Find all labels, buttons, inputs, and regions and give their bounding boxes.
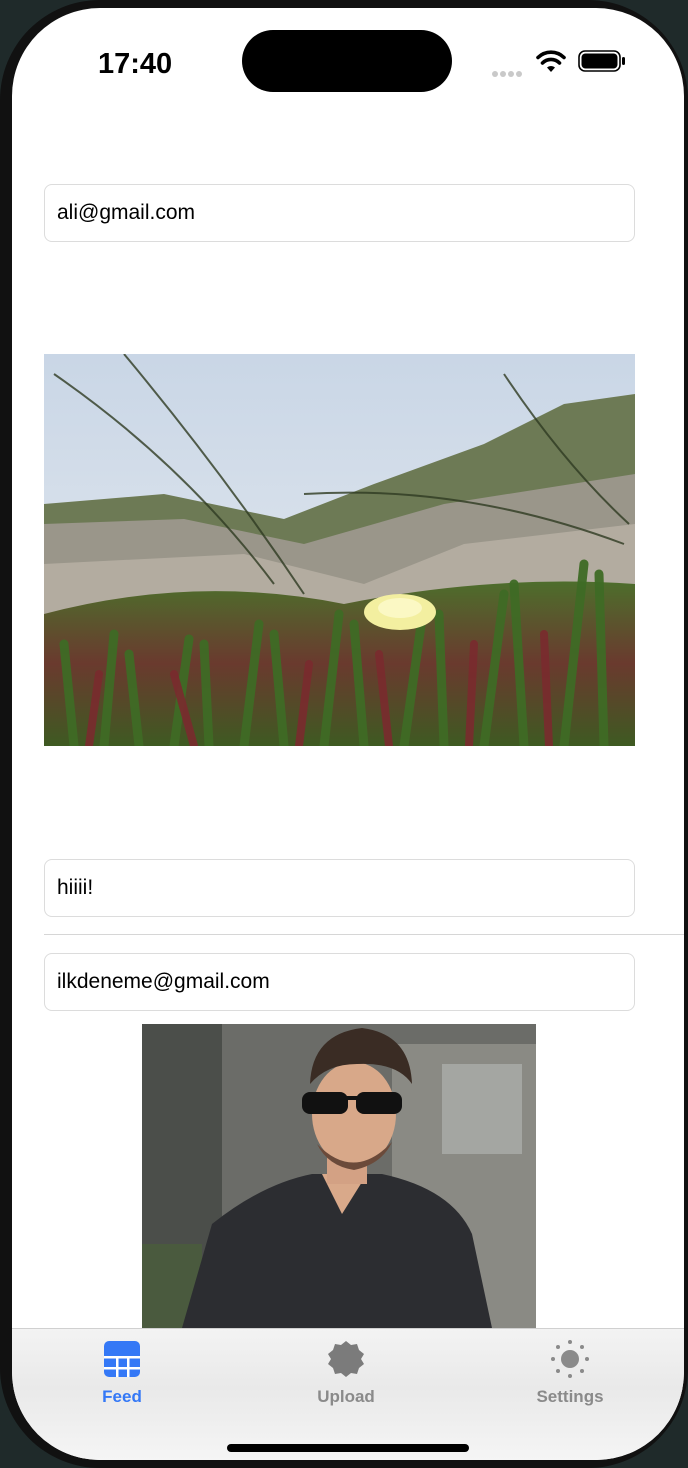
beach-flower-image — [44, 354, 635, 746]
tab-label: Settings — [536, 1387, 604, 1406]
cellular-signal-icon — [492, 64, 526, 77]
tab-bar: Feed Upload Settings — [12, 1328, 684, 1460]
sun-gear-icon — [551, 1340, 589, 1378]
wifi-icon — [536, 50, 566, 72]
post-divider — [44, 934, 684, 935]
device-bezel: 17:40 ali@gmail.com hiiii! ilkdeneme@gma… — [0, 0, 688, 1468]
tab-feed[interactable]: Feed — [52, 1339, 192, 1407]
upload-badge-icon — [328, 1341, 364, 1377]
tab-settings[interactable]: Settings — [500, 1339, 640, 1407]
home-indicator[interactable] — [227, 1444, 469, 1452]
post-photo — [142, 1024, 536, 1328]
app-screen: 17:40 ali@gmail.com hiiii! ilkdeneme@gma… — [12, 8, 684, 1460]
tab-label: Feed — [102, 1387, 142, 1406]
battery-icon — [578, 50, 625, 72]
tab-upload[interactable]: Upload — [276, 1339, 416, 1407]
tab-label: Upload — [317, 1387, 375, 1406]
man-portrait-image — [142, 1024, 536, 1328]
post-email-field[interactable]: ali@gmail.com — [44, 184, 635, 242]
post-email-field[interactable]: ilkdeneme@gmail.com — [44, 953, 635, 1011]
grid-icon — [104, 1341, 140, 1377]
dynamic-island — [242, 30, 452, 92]
post-comment-field[interactable]: hiiii! — [44, 859, 635, 917]
status-time: 17:40 — [98, 48, 173, 80]
post-photo — [44, 354, 635, 746]
